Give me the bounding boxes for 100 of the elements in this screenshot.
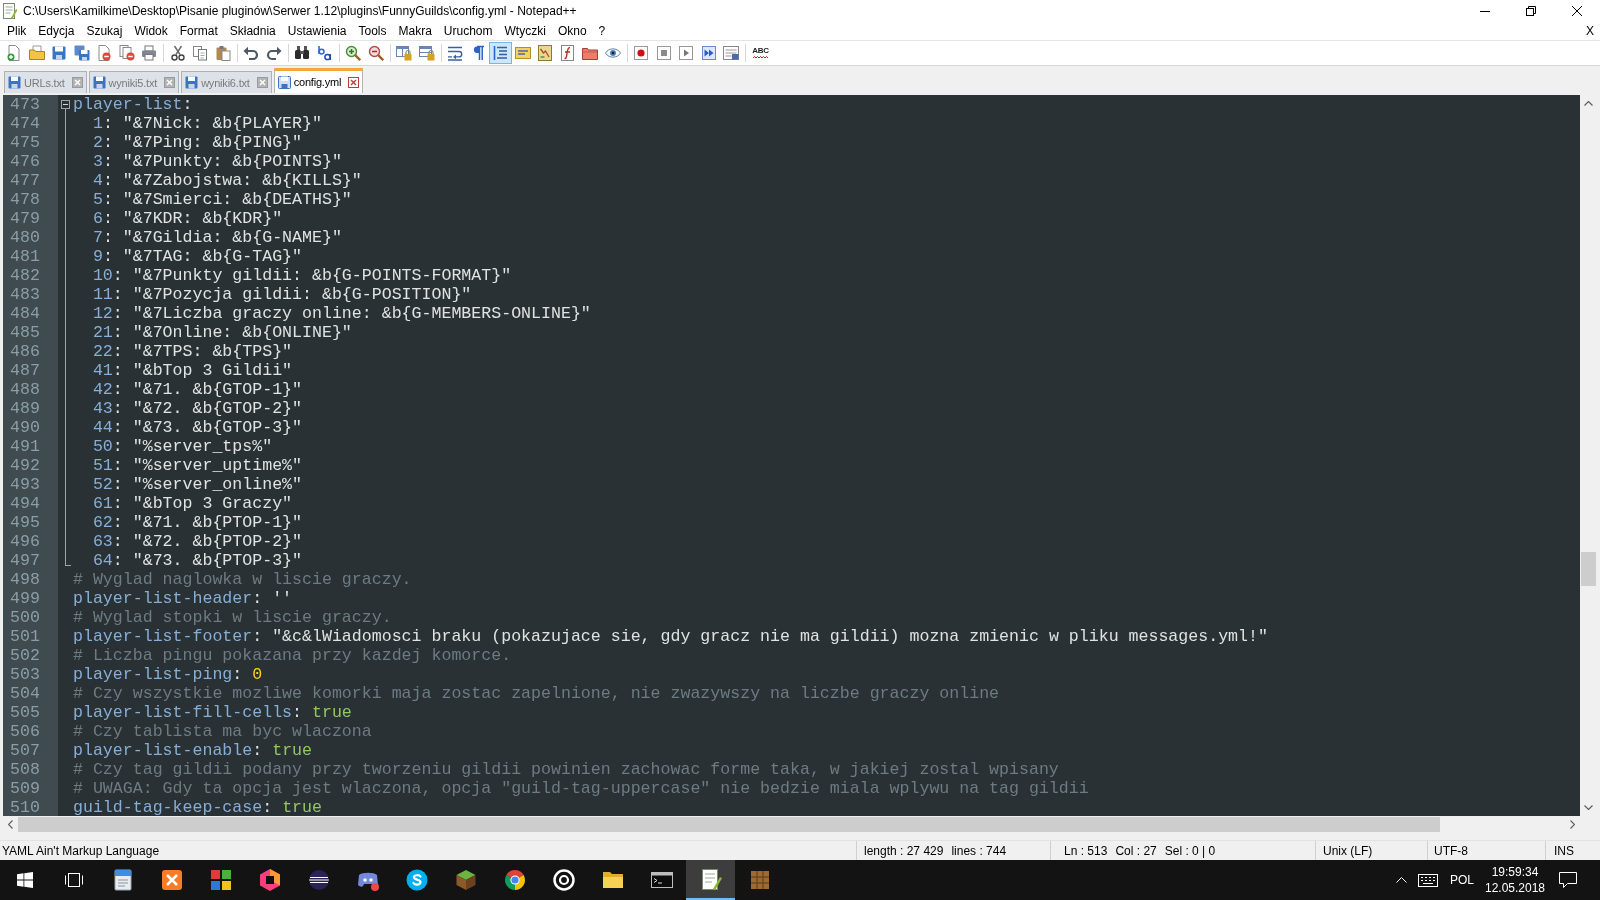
- chevron-left-icon[interactable]: [8, 820, 13, 829]
- line-number: 498: [3, 570, 58, 589]
- segmented-circle-icon: [502, 868, 527, 892]
- minus-box-icon[interactable]: [61, 100, 70, 114]
- scissors-icon: [169, 45, 186, 61]
- menu-item[interactable]: Składnia: [223, 22, 282, 40]
- code-line: 42: "&71. &b{GTOP-1}": [92, 380, 303, 399]
- line-number: 502: [3, 646, 58, 665]
- menu-item[interactable]: Wtyczki: [498, 22, 552, 40]
- status-text: Ln : 513: [1064, 843, 1108, 858]
- line-number: 508: [3, 760, 58, 779]
- close-tab-icon[interactable]: [71, 77, 83, 88]
- open-folder-icon: [28, 45, 45, 61]
- code-line: # Wyglad naglowka w liscie graczy.: [73, 570, 412, 589]
- menu-item[interactable]: Edycja: [32, 22, 81, 40]
- stop-icon: [655, 45, 672, 61]
- code-line: player-list:: [73, 95, 193, 114]
- code-line: 63: "&72. &b{PTOP-2}": [92, 532, 303, 551]
- close-tab-icon[interactable]: [164, 77, 176, 88]
- close-document-button[interactable]: X: [1580, 22, 1600, 40]
- close-icon: [1572, 6, 1582, 16]
- tab[interactable]: config.yml: [273, 68, 364, 93]
- code-line: 41: "&bTop 3 Gildii": [92, 361, 293, 380]
- code-line: 64: "&73. &b{PTOP-3}": [92, 551, 303, 570]
- menu-item[interactable]: Ustawienia: [281, 22, 353, 40]
- line-number: 495: [3, 513, 58, 532]
- cross-tile-icon: [159, 868, 184, 892]
- status-text: length : 27 429: [864, 843, 944, 858]
- code-line: 2: "&7Ping: &b{PING}": [92, 133, 303, 152]
- striped-circle-icon: [306, 868, 331, 892]
- play-icon: [678, 45, 695, 61]
- folder-icon: [582, 45, 599, 61]
- line-number: 492: [3, 456, 58, 475]
- line-number: 480: [3, 228, 58, 247]
- line-number: 478: [3, 190, 58, 209]
- line-number: 490: [3, 418, 58, 437]
- code-line: 44: "&73. &b{GTOP-3}": [92, 418, 303, 437]
- s-logo-icon: [404, 868, 429, 892]
- code-line: # Wyglad stopki w liscie graczy.: [73, 608, 392, 627]
- binoculars-icon: [294, 45, 311, 61]
- code-line: 62: "&71. &b{PTOP-1}": [92, 513, 303, 532]
- code-line: player-list-fill-cells: true: [73, 703, 352, 722]
- word-wrap-icon: [447, 45, 464, 61]
- line-number: 481: [3, 247, 58, 266]
- code-line: 3: "&7Punkty: &b{POINTS}": [92, 152, 342, 171]
- code-line: 4: "&7Zabojstwa: &b{KILLS}": [92, 171, 362, 190]
- status-text: lines : 744: [951, 843, 1007, 858]
- chevron-right-icon[interactable]: [1570, 820, 1575, 829]
- menu-item[interactable]: Uruchom: [437, 22, 499, 40]
- scrollbar-thumb[interactable]: [18, 817, 1440, 832]
- hexagon-icon: [257, 868, 282, 892]
- code-line: # Liczba pingu pokazana przy kazdej komorce.: [73, 646, 512, 665]
- line-number: 477: [3, 171, 58, 190]
- function-icon: [559, 45, 576, 61]
- line-number: 504: [3, 684, 58, 703]
- code-line: # Czy wszystkie mozliwe komorki maja zostac zapelnione, nie zwazywszy na liczbe graczy online: [73, 684, 1000, 703]
- menu-item[interactable]: Makra: [392, 22, 438, 40]
- spell-check-button[interactable]: ABC: [748, 42, 773, 64]
- clock-button[interactable]: 19:59:34 12.05.2018: [1482, 860, 1548, 900]
- code-line: 11: "&7Pozycja gildii: &b{G-POSITION}": [92, 285, 472, 304]
- window-title: C:\Users\Kamilkime\Desktop\Pisanie pluginów\Serwer 1.12\plugins\FunnyGuilds\config.yml - Notepad++: [23, 4, 578, 18]
- line-number: 486: [3, 342, 58, 361]
- keyboard-icon: [1418, 873, 1438, 887]
- scrollbar-thumb[interactable]: [1581, 552, 1596, 586]
- wavy-underline-icon: [753, 56, 768, 59]
- menu-item[interactable]: Plik: [1, 22, 33, 40]
- code-line: 6: "&7KDR: &b{KDR}": [92, 209, 283, 228]
- map-icon: [537, 45, 554, 61]
- menu-item[interactable]: Szukaj: [80, 22, 129, 40]
- line-number: 500: [3, 608, 58, 627]
- menu-item[interactable]: Widok: [128, 22, 174, 40]
- line-number: 493: [3, 475, 58, 494]
- code-line: player-list-ping: 0: [73, 665, 263, 684]
- status-text: YAML Ain't Markup Language: [2, 843, 160, 858]
- status-text: UTF-8: [1434, 843, 1468, 858]
- line-number: 505: [3, 703, 58, 722]
- undo-icon: [243, 45, 260, 61]
- line-number: 475: [3, 133, 58, 152]
- code-line: 9: "&7TAG: &b{G-TAG}": [92, 247, 303, 266]
- files-minus-icon: [118, 45, 135, 61]
- line-number: 494: [3, 494, 58, 513]
- line-number: 483: [3, 285, 58, 304]
- menu-item[interactable]: Tools: [352, 22, 393, 40]
- status-text: Unix (LF): [1323, 843, 1373, 858]
- status-text: INS: [1554, 843, 1574, 858]
- chevron-up-icon[interactable]: [1584, 101, 1593, 106]
- code-line: 7: "&7Gildia: &b{G-NAME}": [92, 228, 342, 247]
- ring-icon: [551, 868, 576, 892]
- new-file-icon: [6, 45, 23, 61]
- menu-item[interactable]: Format: [173, 22, 224, 40]
- close-tab-icon[interactable]: [256, 77, 268, 88]
- menu-item[interactable]: ?: [592, 22, 612, 40]
- close-tab-icon[interactable]: [348, 76, 360, 88]
- code-line: # Czy tag gildii podany przy tworzeniu gildii powinien zachowac forme taka, w jakiej zostal wpisany: [73, 760, 1059, 779]
- status-text: Sel : 0 | 0: [1164, 843, 1216, 858]
- taskbar-button[interactable]: [686, 860, 735, 900]
- input-language-button[interactable]: POL: [1442, 860, 1482, 900]
- menu-item[interactable]: Okno: [551, 22, 593, 40]
- line-number: 496: [3, 532, 58, 551]
- chevron-down-icon[interactable]: [1584, 805, 1593, 810]
